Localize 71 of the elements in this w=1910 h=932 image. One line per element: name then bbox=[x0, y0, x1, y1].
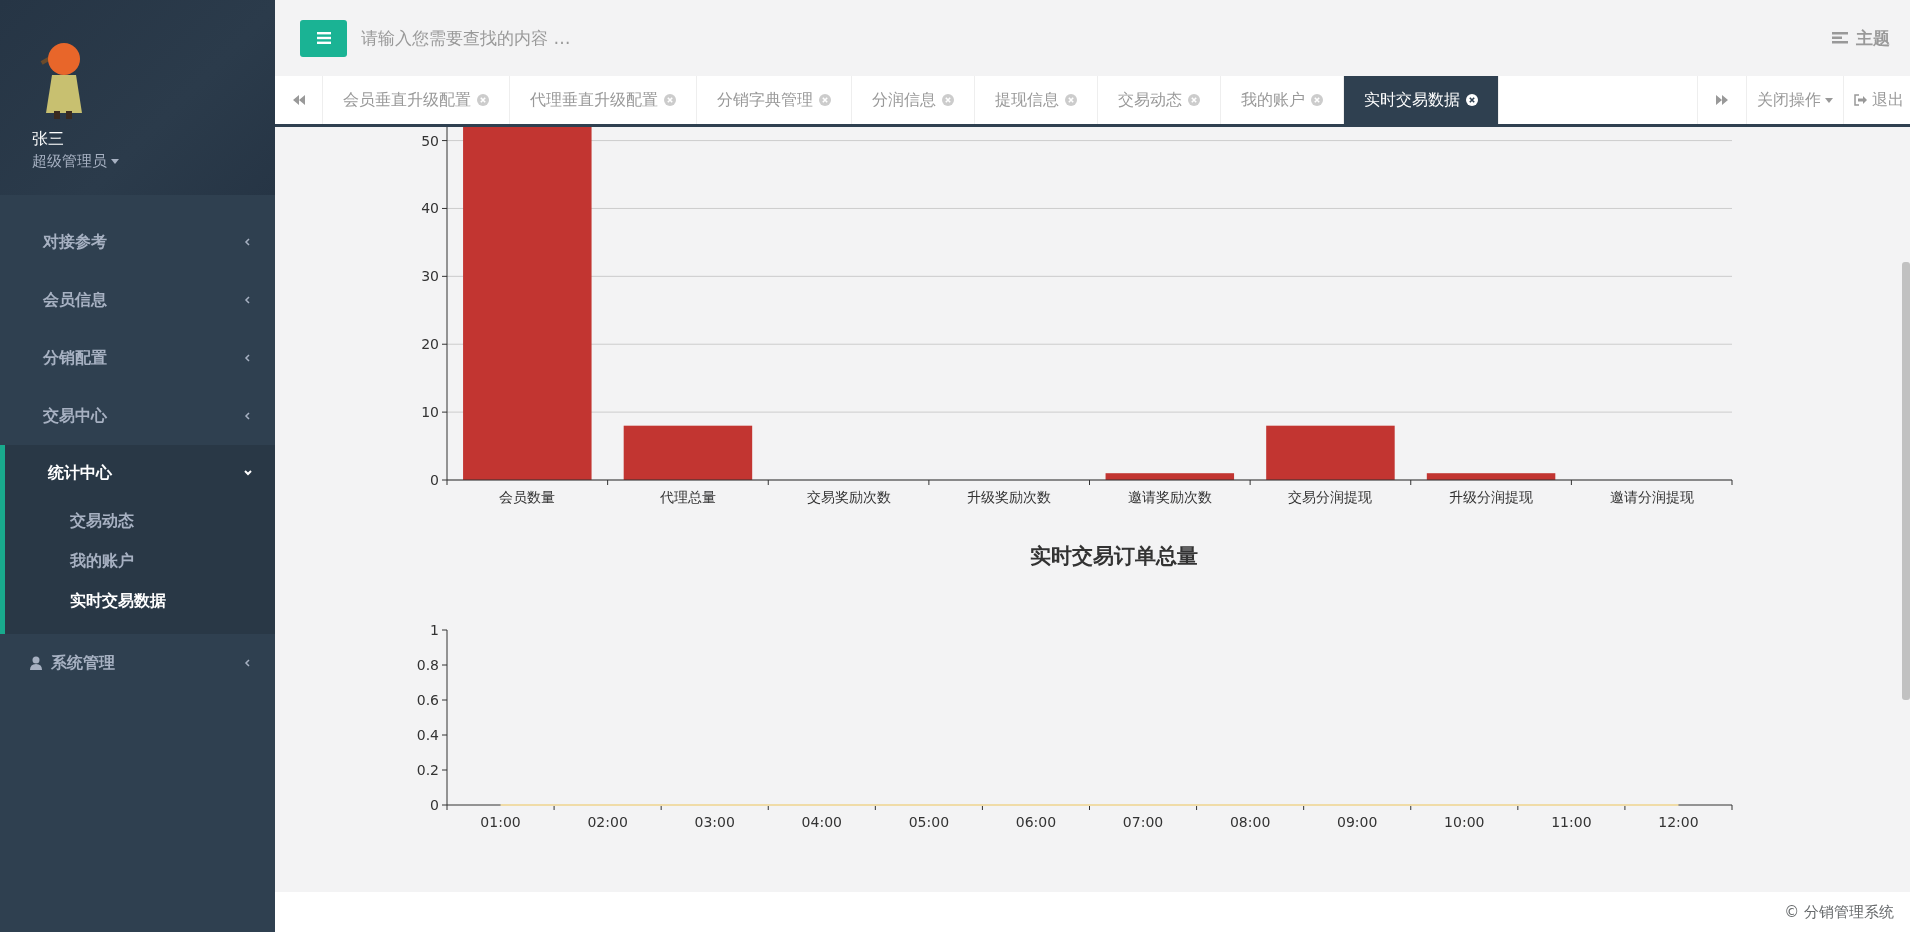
axis-label: 01:00 bbox=[480, 814, 521, 830]
axis-label: 02:00 bbox=[587, 814, 628, 830]
axis-label: 交易奖励次数 bbox=[806, 489, 891, 505]
submenu-item[interactable]: 交易动态 bbox=[5, 501, 275, 541]
chevron-down-icon bbox=[243, 468, 253, 478]
menu-item[interactable]: 系统管理 bbox=[0, 634, 275, 692]
double-left-icon bbox=[292, 95, 305, 105]
menu-item[interactable]: 会员信息 bbox=[0, 271, 275, 329]
menu-item[interactable]: 统计中心 bbox=[5, 445, 275, 501]
person-icon bbox=[30, 656, 42, 670]
axis-label: 升级分润提现 bbox=[1449, 489, 1534, 505]
submenu-item[interactable]: 我的账户 bbox=[5, 541, 275, 581]
axis-label: 11:00 bbox=[1551, 814, 1592, 830]
tab[interactable]: 交易动态 bbox=[1098, 76, 1221, 124]
tab[interactable]: 代理垂直升级配置 bbox=[510, 76, 697, 124]
chevron-left-icon bbox=[243, 658, 253, 668]
axis-label: 03:00 bbox=[694, 814, 735, 830]
user-role-dropdown[interactable]: 超级管理员 bbox=[32, 152, 119, 171]
footer-text: © 分销管理系统 bbox=[1784, 902, 1894, 922]
chart-title: 实时交易订单总量 bbox=[1028, 543, 1199, 570]
theme-button[interactable]: 主题 bbox=[1832, 26, 1890, 50]
axis-label: 0.4 bbox=[416, 727, 439, 743]
axis-label: 0 bbox=[430, 797, 439, 813]
axis-label: 10 bbox=[421, 404, 439, 421]
axis-label: 邀请奖励次数 bbox=[1127, 489, 1212, 505]
tab[interactable]: 提现信息 bbox=[975, 76, 1098, 124]
list-icon bbox=[1832, 32, 1848, 44]
axis-label: 12:00 bbox=[1658, 814, 1699, 830]
double-right-icon bbox=[1716, 95, 1728, 105]
axis-label: 升级奖励次数 bbox=[967, 489, 1052, 505]
axis-label: 04:00 bbox=[801, 814, 842, 830]
chevron-left-icon bbox=[243, 353, 253, 363]
menu-item[interactable]: 对接参考 bbox=[0, 213, 275, 271]
axis-label: 50 bbox=[421, 132, 439, 149]
tab[interactable]: 实时交易数据 bbox=[1344, 76, 1499, 124]
axis-label: 05:00 bbox=[908, 814, 950, 830]
scroll-right-button[interactable] bbox=[1697, 76, 1747, 124]
axis-label: 0 bbox=[430, 472, 439, 488]
menu-icon bbox=[316, 32, 331, 44]
axis-label: 代理总量 bbox=[659, 489, 716, 505]
axis-label: 0.2 bbox=[416, 762, 439, 778]
axis-label: 06:00 bbox=[1015, 814, 1057, 830]
menu-item[interactable]: 交易中心 bbox=[0, 387, 275, 445]
axis-label: 20 bbox=[421, 336, 439, 353]
caret-icon bbox=[111, 159, 119, 164]
axis-label: 会员数量 bbox=[499, 489, 556, 505]
axis-label: 08:00 bbox=[1229, 814, 1271, 830]
scrollbar-thumb[interactable] bbox=[1902, 262, 1910, 700]
search-field[interactable]: 请输入您需要查找的内容 … bbox=[359, 27, 1832, 49]
menu-button[interactable] bbox=[300, 19, 347, 57]
axis-label: 邀请分润提现 bbox=[1609, 489, 1694, 505]
menu-item[interactable]: 分销配置 bbox=[0, 329, 275, 387]
chevron-left-icon bbox=[243, 237, 253, 247]
axis-label: 0.8 bbox=[416, 657, 439, 673]
close-icon[interactable] bbox=[1466, 94, 1478, 106]
user-name: 张三 bbox=[32, 129, 65, 150]
axis-label: 10:00 bbox=[1444, 814, 1485, 830]
tab[interactable]: 分润信息 bbox=[852, 76, 975, 124]
axis-label: 1 bbox=[430, 622, 439, 638]
submenu-item[interactable]: 实时交易数据 bbox=[5, 581, 275, 621]
axis-label: 交易分润提现 bbox=[1288, 489, 1373, 505]
tab[interactable]: 分销字典管理 bbox=[697, 76, 852, 124]
sign-out-icon bbox=[1854, 94, 1868, 106]
axis-label: 07:00 bbox=[1122, 814, 1164, 830]
chevron-left-icon bbox=[243, 411, 253, 421]
axis-label: 0.6 bbox=[416, 692, 439, 708]
axis-label: 40 bbox=[421, 200, 439, 217]
axis-label: 09:00 bbox=[1337, 814, 1378, 830]
chevron-left-icon bbox=[243, 295, 253, 305]
tab[interactable]: 会员垂直升级配置 bbox=[323, 76, 510, 124]
axis-label: 30 bbox=[421, 268, 439, 285]
